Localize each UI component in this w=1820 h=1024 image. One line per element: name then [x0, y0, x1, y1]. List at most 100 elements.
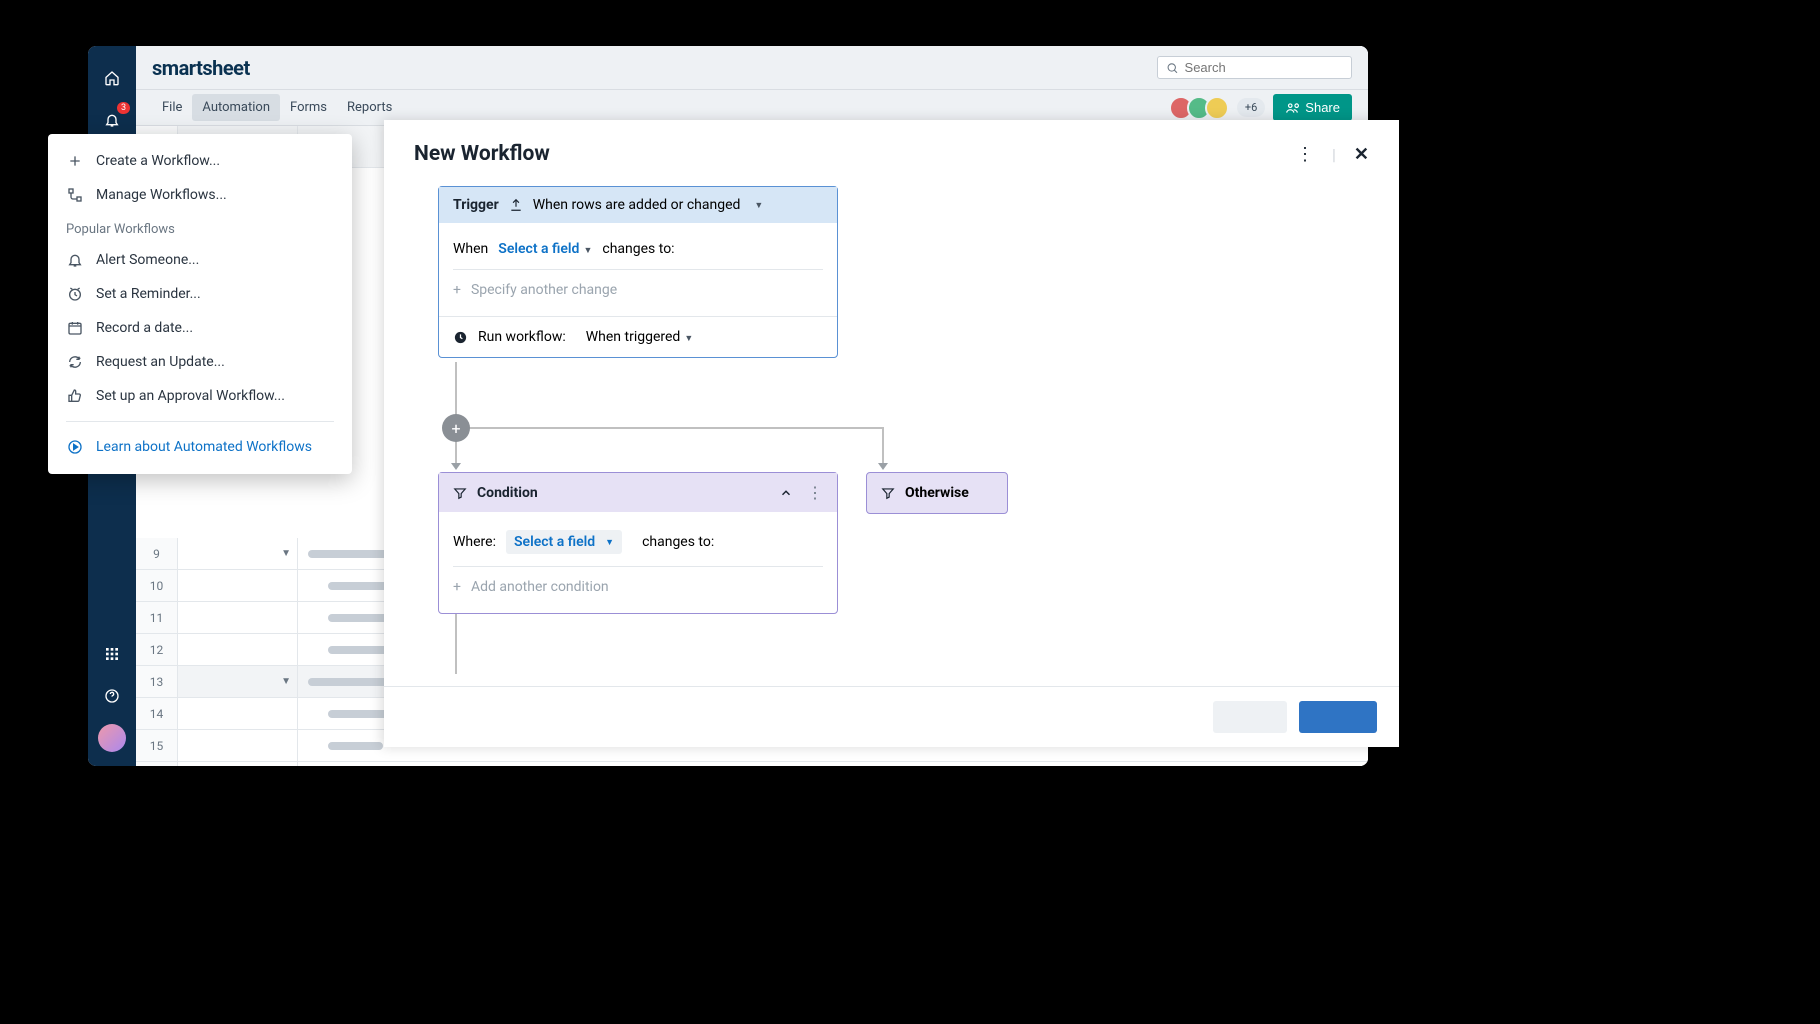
request-update-item[interactable]: Request an Update...: [48, 345, 352, 379]
arrow-down-icon: [878, 463, 888, 470]
row-number: 9: [136, 538, 178, 569]
share-button[interactable]: Share: [1273, 94, 1352, 121]
upload-icon: [509, 198, 523, 212]
workflow-footer: [384, 686, 1399, 747]
dropdown-item-label: Manage Workflows...: [96, 187, 227, 203]
search-icon: [1166, 61, 1179, 75]
calendar-icon: [66, 319, 84, 337]
row-number: 13: [136, 666, 178, 697]
filter-icon: [453, 486, 467, 500]
share-button-label: Share: [1305, 100, 1340, 115]
top-bar: smartsheet: [136, 46, 1368, 90]
apps-icon[interactable]: [94, 636, 130, 672]
people-icon: [1285, 101, 1299, 115]
workflow-panel: New Workflow ⋮ | ✕ Trigger When rows are…: [384, 120, 1399, 747]
dropdown-section-label: Popular Workflows: [48, 212, 352, 243]
row-number: 11: [136, 602, 178, 633]
chevron-up-icon[interactable]: [779, 486, 793, 500]
caret-down-icon[interactable]: ▼: [281, 676, 291, 687]
workflow-canvas: Trigger When rows are added or changed ▼…: [384, 176, 1399, 686]
select-field-dropdown[interactable]: Select a field▼: [506, 530, 622, 554]
trigger-label: Trigger: [453, 197, 499, 213]
more-options-icon[interactable]: ⋮: [1296, 144, 1314, 165]
thumbs-up-icon: [66, 387, 84, 405]
clock-alert-icon: [66, 285, 84, 303]
menu-automation[interactable]: Automation: [192, 94, 280, 121]
approval-workflow-item[interactable]: Set up an Approval Workflow...: [48, 379, 352, 413]
more-options-icon[interactable]: ⋮: [807, 483, 823, 502]
row-number: 12: [136, 634, 178, 665]
connector-line: [455, 604, 457, 674]
condition-header[interactable]: Condition ⋮: [439, 473, 837, 512]
add-another-condition[interactable]: + Add another condition: [453, 573, 823, 601]
row-number: 16: [136, 762, 178, 766]
menu-forms[interactable]: Forms: [280, 94, 337, 121]
refresh-icon: [66, 353, 84, 371]
search-input[interactable]: [1185, 60, 1343, 75]
divider: [66, 421, 334, 422]
help-icon[interactable]: [94, 678, 130, 714]
workflow-icon: [66, 186, 84, 204]
plus-icon: +: [453, 282, 461, 298]
home-icon[interactable]: [94, 60, 130, 96]
specify-another-change[interactable]: + Specify another change: [453, 276, 823, 304]
caret-down-icon[interactable]: ▼: [754, 200, 763, 211]
learn-link[interactable]: Learn about Automated Workflows: [48, 430, 352, 464]
changes-to-label: changes to:: [602, 241, 674, 257]
dropdown-item-label: Set up an Approval Workflow...: [96, 388, 285, 404]
row-number: 10: [136, 570, 178, 601]
where-label: Where:: [453, 534, 496, 550]
close-icon[interactable]: ✕: [1354, 144, 1369, 165]
cancel-button[interactable]: [1213, 701, 1287, 733]
learn-link-label: Learn about Automated Workflows: [96, 439, 312, 455]
menu-file[interactable]: File: [152, 94, 192, 121]
notifications-icon[interactable]: 3: [94, 102, 130, 138]
dropdown-item-label: Alert Someone...: [96, 252, 199, 268]
changes-to-label: changes to:: [642, 534, 714, 550]
automation-dropdown: Create a Workflow... Manage Workflows...…: [48, 134, 352, 474]
record-date-item[interactable]: Record a date...: [48, 311, 352, 345]
caret-down-icon[interactable]: ▼: [281, 548, 291, 559]
run-workflow-label: Run workflow:: [478, 329, 566, 345]
trigger-event-text: When rows are added or changed: [533, 197, 741, 213]
notifications-badge: 3: [117, 102, 130, 114]
bell-icon: [66, 251, 84, 269]
add-branch-button[interactable]: +: [442, 414, 470, 442]
when-label: When: [453, 241, 488, 257]
save-button[interactable]: [1299, 701, 1377, 733]
trigger-header[interactable]: Trigger When rows are added or changed ▼: [439, 187, 837, 223]
run-workflow-dropdown[interactable]: When triggered▼: [586, 329, 694, 345]
workflow-title: New Workflow: [414, 142, 550, 166]
clock-icon: [453, 330, 468, 345]
plus-icon: +: [453, 579, 461, 595]
alert-someone-item[interactable]: Alert Someone...: [48, 243, 352, 277]
more-collaborators-count[interactable]: +6: [1237, 98, 1265, 117]
connector-line: [882, 428, 884, 466]
collaborator-avatars[interactable]: [1175, 96, 1229, 120]
play-circle-icon: [66, 438, 84, 456]
manage-workflows-item[interactable]: Manage Workflows...: [48, 178, 352, 212]
menu-reports[interactable]: Reports: [337, 94, 402, 121]
filter-icon: [881, 486, 895, 500]
dropdown-item-label: Record a date...: [96, 320, 193, 336]
trigger-card: Trigger When rows are added or changed ▼…: [438, 186, 838, 358]
dropdown-item-label: Request an Update...: [96, 354, 225, 370]
search-box[interactable]: [1157, 56, 1352, 79]
condition-label: Condition: [477, 485, 538, 501]
otherwise-card[interactable]: Otherwise: [866, 472, 1008, 514]
dropdown-item-label: Set a Reminder...: [96, 286, 201, 302]
row-number: 15: [136, 730, 178, 761]
workflow-header: New Workflow ⋮ | ✕: [384, 120, 1399, 176]
brand-logo: smartsheet: [152, 56, 250, 80]
condition-card: Condition ⋮ Where: Select a field▼ chang…: [438, 472, 838, 614]
arrow-down-icon: [451, 463, 461, 470]
otherwise-label: Otherwise: [905, 485, 969, 501]
set-reminder-item[interactable]: Set a Reminder...: [48, 277, 352, 311]
dropdown-item-label: Create a Workflow...: [96, 153, 220, 169]
plus-icon: [66, 152, 84, 170]
select-field-dropdown[interactable]: Select a field▼: [498, 241, 592, 257]
row-number: 14: [136, 698, 178, 729]
user-avatar[interactable]: [94, 720, 130, 756]
table-row[interactable]: 16: [136, 762, 1368, 766]
create-workflow-item[interactable]: Create a Workflow...: [48, 144, 352, 178]
